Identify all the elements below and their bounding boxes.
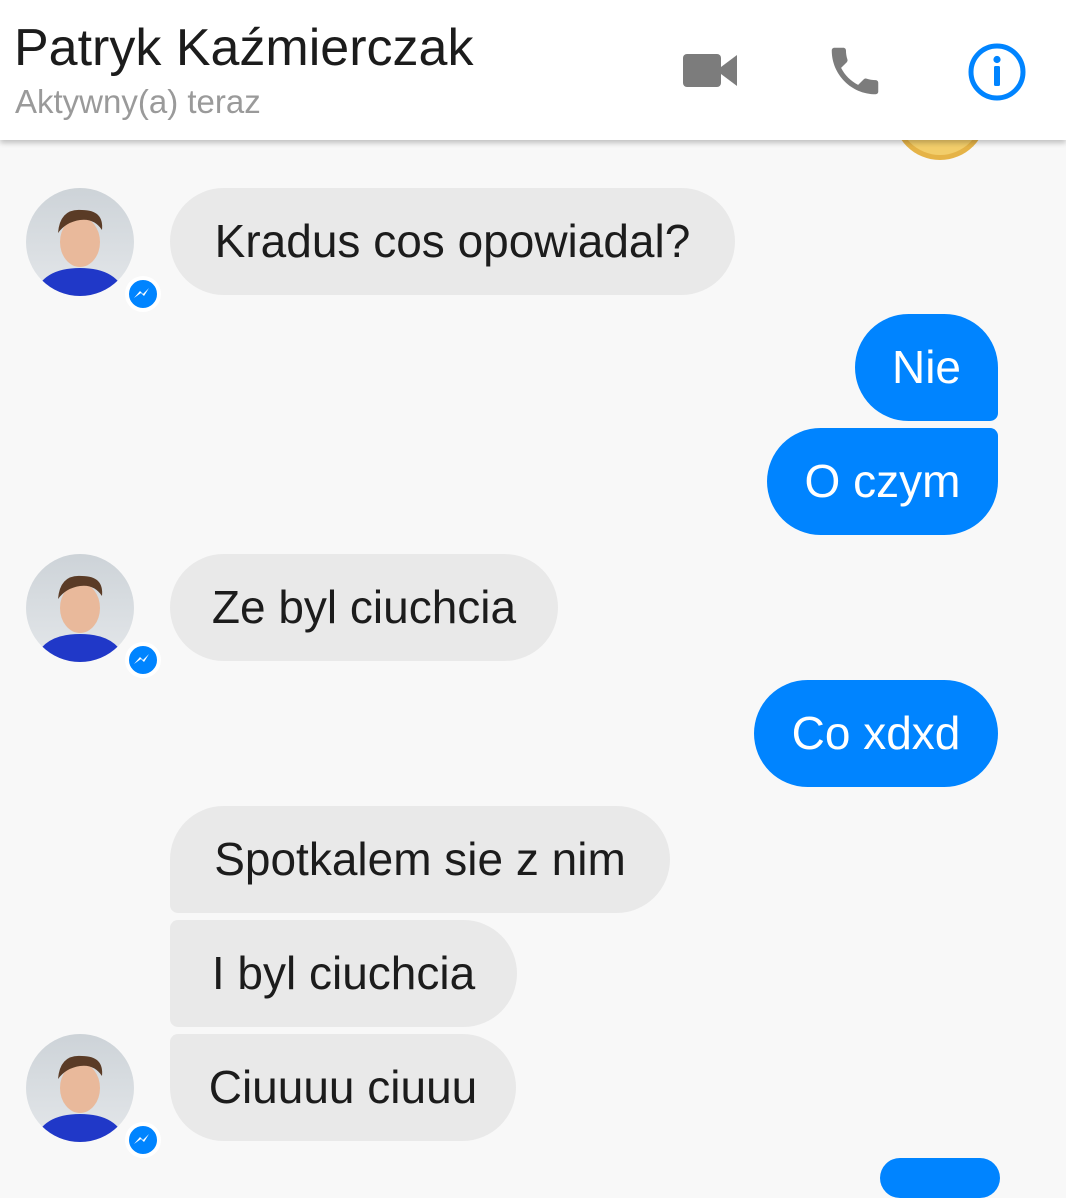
outgoing-message-bubble[interactable]: Co xdxd	[754, 680, 998, 787]
outgoing-message-bubble-peek[interactable]	[880, 1158, 1000, 1198]
incoming-message-bubble[interactable]: Spotkalem sie z nim	[170, 806, 670, 913]
info-icon	[968, 43, 1026, 101]
incoming-message-bubble[interactable]: Kradus cos opowiadal?	[170, 188, 735, 295]
message-text: O czym	[804, 455, 961, 507]
outgoing-message-bubble[interactable]: Nie	[855, 314, 998, 421]
contact-avatar[interactable]	[26, 188, 161, 312]
message-text: Nie	[891, 341, 962, 393]
voice-call-button[interactable]	[824, 40, 886, 102]
active-status: Aktywny(a) teraz	[15, 83, 261, 120]
message-text: I byl ciuchcia	[211, 947, 476, 999]
contact-avatar[interactable]	[26, 554, 161, 678]
profile-photo	[26, 188, 134, 296]
incoming-message-bubble[interactable]: Ciuuuu ciuuu	[170, 1034, 516, 1141]
contact-name[interactable]: Patryk Kaźmierczak	[14, 18, 473, 78]
messenger-badge-icon	[125, 642, 161, 678]
messenger-badge-icon	[125, 1122, 161, 1158]
conversation-header: Patryk Kaźmierczak Aktywny(a) teraz	[0, 0, 1066, 140]
profile-photo	[26, 554, 134, 662]
outgoing-message-bubble[interactable]: O czym	[767, 428, 998, 535]
video-camera-icon	[683, 54, 737, 87]
message-text: Co xdxd	[791, 707, 961, 759]
messenger-badge-icon	[125, 276, 161, 312]
message-text: Ze byl ciuchcia	[211, 581, 517, 633]
conversation-info-button[interactable]	[965, 40, 1029, 104]
incoming-message-bubble[interactable]: Ze byl ciuchcia	[170, 554, 558, 661]
incoming-message-bubble[interactable]: I byl ciuchcia	[170, 920, 517, 1027]
message-text: Spotkalem sie z nim	[214, 833, 626, 885]
video-call-button[interactable]	[680, 45, 740, 95]
message-text: Ciuuuu ciuuu	[208, 1061, 478, 1113]
phone-icon	[831, 47, 879, 95]
profile-photo	[26, 1034, 134, 1142]
message-text: Kradus cos opowiadal?	[214, 215, 691, 267]
contact-avatar[interactable]	[26, 1034, 161, 1158]
